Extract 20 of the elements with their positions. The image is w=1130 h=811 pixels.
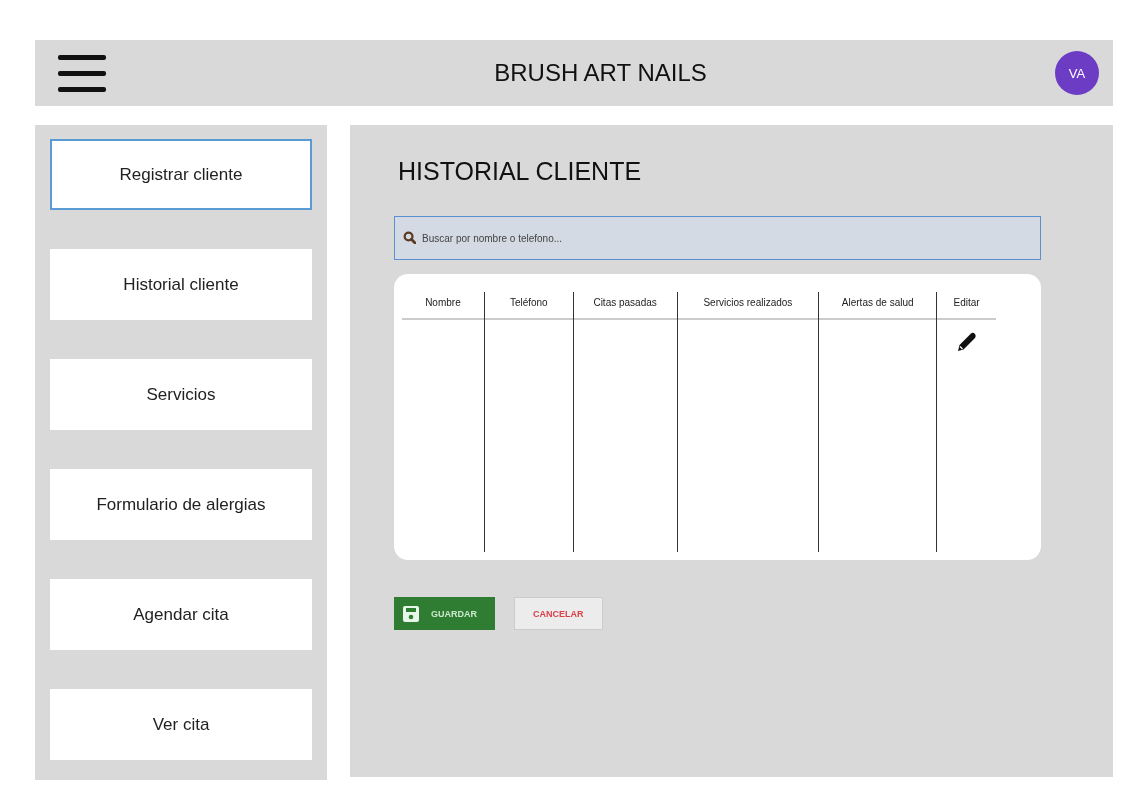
app-title: BRUSH ART NAILS xyxy=(494,59,707,87)
save-button[interactable]: GUARDAR xyxy=(394,597,495,630)
column-header: Servicios realizados xyxy=(677,292,819,320)
sidebar-item[interactable]: Registrar cliente xyxy=(50,139,312,210)
sidebar-item[interactable]: Historial cliente xyxy=(50,249,312,320)
menu-icon xyxy=(58,54,106,92)
sidebar-item[interactable]: Servicios xyxy=(50,359,312,430)
user-avatar[interactable]: VA xyxy=(1055,51,1099,95)
sidebar-item[interactable]: Formulario de alergias xyxy=(50,469,312,540)
page-title: HISTORIAL CLIENTE xyxy=(398,157,643,186)
column-header: Editar xyxy=(937,292,996,320)
cancel-button[interactable]: CANCELAR xyxy=(514,597,603,630)
sidebar-item[interactable]: Agendar cita xyxy=(50,579,312,650)
search-field[interactable]: Buscar por nombre o telefono... xyxy=(394,216,1041,260)
column-header: Nombre xyxy=(402,292,484,320)
column-header: Teléfono xyxy=(484,292,573,320)
menu-button[interactable] xyxy=(58,54,106,92)
column-header: Citas pasadas xyxy=(573,292,677,320)
sidebar-item[interactable]: Ver cita xyxy=(50,689,312,760)
column-header: Alertas de salud xyxy=(819,292,937,320)
